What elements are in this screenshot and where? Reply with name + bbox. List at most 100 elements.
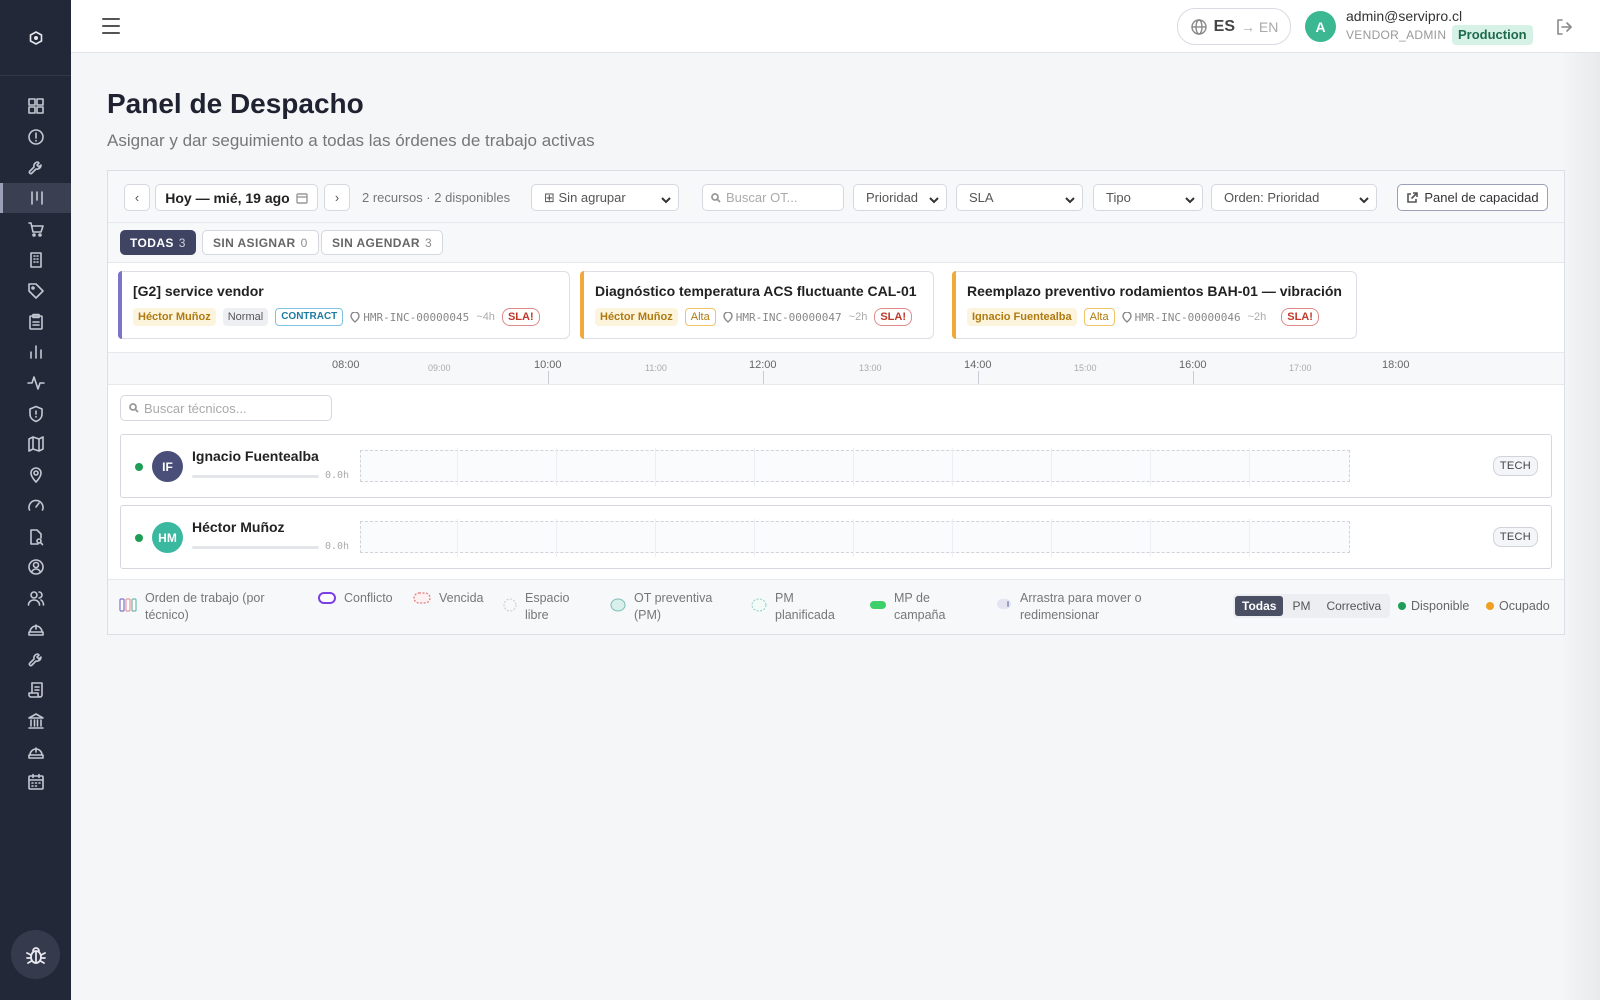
legend-campaign-label: MP de campaña [894, 591, 946, 622]
time-tick: 09:00 [428, 363, 451, 373]
dispatch-icon[interactable] [0, 183, 71, 213]
type-select[interactable]: Tipo [1093, 184, 1203, 211]
calendar-icon[interactable] [0, 767, 71, 797]
bar-chart-icon[interactable] [0, 337, 71, 367]
hard-hat-icon[interactable] [0, 737, 71, 767]
technician-row[interactable]: IF Ignacio Fuentealba 0.0h TECH [120, 434, 1552, 498]
legend-pm-planned-label: PM planificada [775, 591, 835, 622]
time-tick: 12:00 [749, 359, 777, 371]
menu-toggle-icon[interactable] [99, 14, 123, 38]
schedule-lane[interactable] [360, 519, 1350, 557]
app-logo-icon[interactable] [0, 0, 71, 76]
filter-unscheduled[interactable]: SIN AGENDAR 3 [321, 230, 444, 255]
segment-pm[interactable]: PM [1285, 596, 1317, 616]
legend-preventive: OT preventiva (PM) [610, 590, 728, 624]
campaign-swatch [870, 598, 886, 615]
page-title: Panel de Despacho [107, 88, 364, 119]
legend-bar: Orden de trabajo (por técnico) Conflicto… [108, 579, 1564, 634]
activity-icon[interactable] [0, 368, 71, 398]
clipboard-icon[interactable] [0, 307, 71, 337]
date-label: Hoy — mié, 19 ago [165, 189, 290, 206]
scroll-icon[interactable] [0, 675, 71, 705]
schedule-lane[interactable] [360, 448, 1350, 486]
filter-unassigned-label: SIN ASIGNAR [213, 235, 296, 250]
scroll-shadow [1560, 53, 1600, 1000]
target-language: → EN [1241, 18, 1279, 35]
hard-hat-icon[interactable] [0, 614, 71, 644]
duration-estimate: ~2h [1247, 311, 1267, 323]
segment-all[interactable]: Todas [1235, 596, 1284, 616]
work-order-code: HMR-INC-00000047 [723, 311, 842, 324]
building-icon[interactable] [0, 245, 71, 275]
filter-all[interactable]: TODAS 3 [120, 230, 196, 255]
availability-dot [135, 463, 143, 471]
language-switcher[interactable]: ES → EN [1177, 8, 1291, 45]
code-text: HMR-INC-00000046 [1134, 310, 1241, 324]
wrench-icon[interactable] [0, 645, 71, 675]
chevron-down-icon [1185, 193, 1195, 204]
user-avatar[interactable]: A [1305, 11, 1336, 42]
time-tick: 14:00 [964, 359, 992, 371]
globe-icon [1190, 18, 1207, 35]
user-role: VENDOR_ADMIN [1346, 28, 1447, 42]
calendar-icon [296, 192, 308, 204]
work-order-card[interactable]: Diagnóstico temperatura ACS fluctuante C… [580, 271, 934, 339]
work-order-code: HMR-INC-00000045 [350, 311, 469, 324]
file-search-icon[interactable] [0, 522, 71, 552]
filter-unassigned[interactable]: SIN ASIGNAR 0 [202, 230, 319, 255]
work-order-search-input[interactable]: Buscar OT... [702, 184, 844, 211]
alert-icon[interactable] [0, 122, 71, 152]
prev-day-button[interactable]: ‹ [124, 184, 150, 211]
order-select[interactable]: Orden: Prioridad [1211, 184, 1377, 211]
next-day-button[interactable]: › [324, 184, 350, 211]
priority-tag: Alta [1083, 308, 1115, 326]
technician-search-input[interactable]: Buscar técnicos... [120, 395, 332, 421]
map-icon[interactable] [0, 429, 71, 459]
work-order-card[interactable]: Reemplazo preventivo rodamientos BAH-01 … [952, 271, 1357, 339]
legend-overdue-label: Vencida [439, 591, 484, 605]
sla-select[interactable]: SLA [956, 184, 1083, 211]
dashboard-icon[interactable] [0, 91, 71, 121]
time-tick: 11:00 [645, 363, 667, 373]
group-select[interactable]: ⊞ Sin agrupar [531, 184, 679, 211]
work-order-card[interactable]: [G2] service vendor Héctor Muñoz Normal … [118, 271, 570, 339]
bug-report-icon[interactable] [11, 930, 60, 979]
technician-row[interactable]: HM Héctor Muñoz 0.0h TECH [120, 505, 1552, 569]
logout-icon[interactable] [1554, 17, 1574, 37]
users-icon[interactable] [0, 583, 71, 613]
shield-icon[interactable] [0, 399, 71, 429]
tag-icon[interactable] [0, 276, 71, 306]
filter-all-label: TODAS [130, 235, 174, 250]
preventive-swatch [610, 598, 626, 617]
capacity-panel-button[interactable]: Panel de capacidad [1397, 184, 1548, 211]
assigned-hours: 0.0h [325, 541, 350, 552]
technician-avatar: HM [152, 522, 183, 553]
top-bar: ES → EN A admin@servipro.cl VENDOR_ADMIN… [71, 0, 1600, 53]
date-picker-button[interactable]: Hoy — mié, 19 ago [155, 184, 318, 211]
external-link-icon [1407, 191, 1419, 203]
user-circle-icon[interactable] [0, 552, 71, 582]
time-tick: 10:00 [534, 359, 562, 371]
code-text: HMR-INC-00000045 [363, 310, 470, 324]
legend-work-order: Orden de trabajo (por técnico) [119, 590, 289, 624]
user-email: admin@servipro.cl [1346, 8, 1463, 24]
priority-select[interactable]: Prioridad [853, 184, 947, 211]
cart-icon[interactable] [0, 214, 71, 244]
segment-corrective[interactable]: Correctiva [1319, 596, 1388, 616]
capacity-panel-label: Panel de capacidad [1424, 190, 1539, 205]
conflict-swatch [318, 591, 336, 610]
filter-all-count: 3 [178, 235, 186, 250]
time-tick: 13:00 [859, 363, 882, 373]
environment-badge: Production [1452, 25, 1533, 45]
wrench-icon[interactable] [0, 153, 71, 183]
drag-handle-icon [996, 598, 1012, 615]
chevron-down-icon [661, 193, 671, 204]
gauge-icon[interactable] [0, 491, 71, 521]
bank-icon[interactable] [0, 706, 71, 736]
legend-campaign: MP de campaña [870, 590, 970, 624]
sla-badge: SLA! [874, 308, 913, 326]
location-pin-icon[interactable] [0, 460, 71, 490]
location-pin-icon [723, 311, 733, 323]
priority-tag: Alta [684, 308, 716, 326]
assignee-tag: Ignacio Fuentealba [967, 308, 1077, 326]
